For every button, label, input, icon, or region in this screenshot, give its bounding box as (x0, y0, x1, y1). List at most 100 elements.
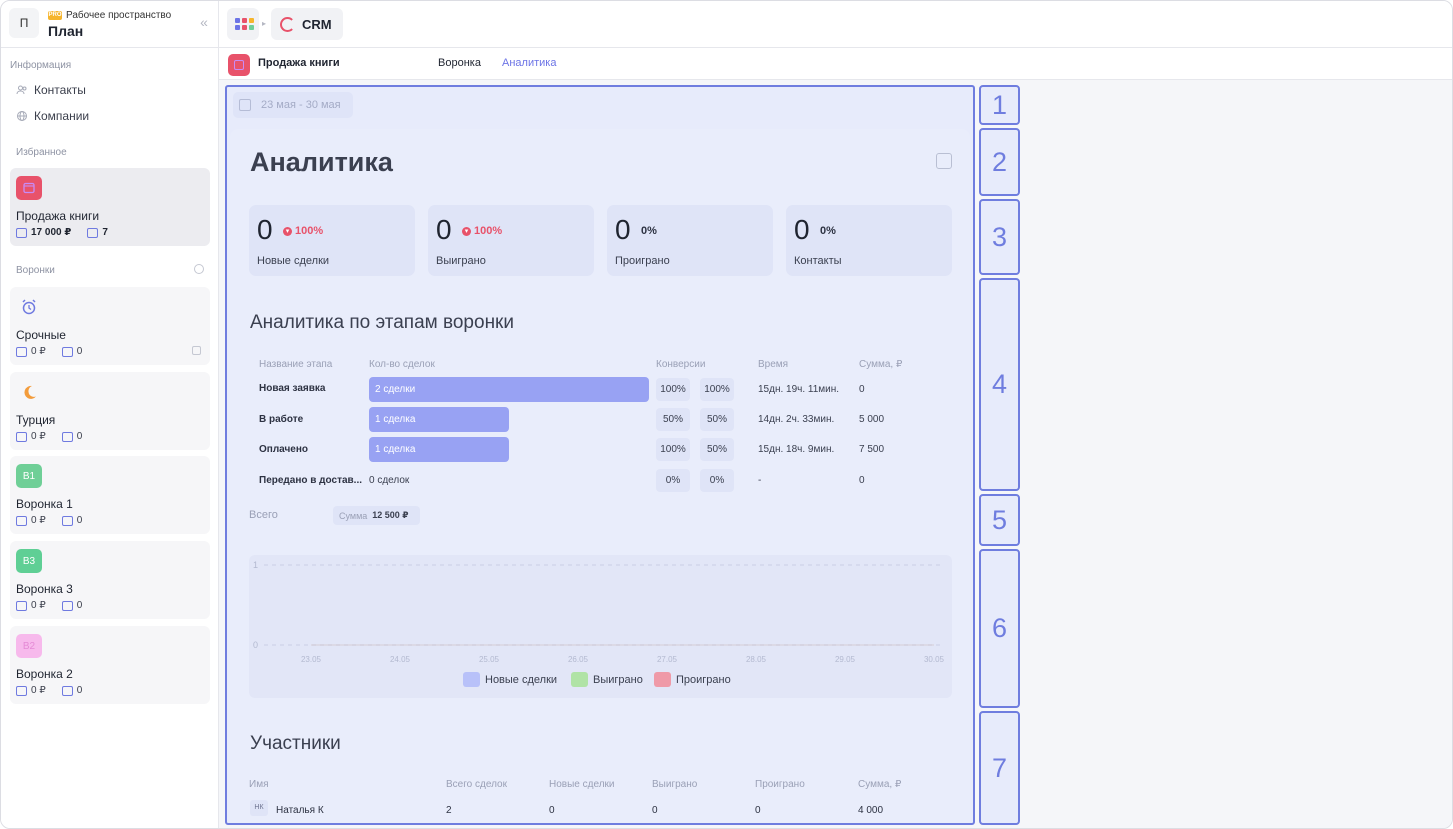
crm-logo-icon (280, 16, 295, 32)
collapse-sidebar-icon[interactable]: « (196, 14, 212, 30)
funnel-card-3[interactable]: В3 Воронка 3 0 ₽ 0 (10, 541, 210, 619)
crm-app-button[interactable]: CRM (271, 8, 343, 40)
legend-item-new[interactable]: Новые сделки (463, 672, 557, 687)
moon-icon (16, 380, 42, 404)
legend-label: Проиграно (676, 673, 731, 686)
revenue-icon (16, 600, 27, 611)
section-marker-5: 5 (979, 494, 1020, 546)
down-arrow-icon: ▾ (462, 226, 471, 236)
stage-time: 15дн. 19ч. 11мин. (758, 384, 840, 395)
stat-won: 0 ▾ 100% Выиграно (428, 205, 594, 276)
analytics-content: Аналитика 0 ▾ 100% Новые сделки 0 ▾ 100% В… (230, 129, 970, 823)
sidebar-item-label: Компании (34, 109, 90, 123)
card-sum: 0 ₽ (31, 346, 46, 357)
globe-icon (16, 110, 28, 122)
stage-sum: 7 500 (859, 444, 885, 455)
card-title: Воронка 3 (16, 582, 73, 596)
total-sum-label: Сумма (339, 510, 368, 521)
col-conversion: Конверсии (656, 359, 706, 370)
stage-name: Оплачено (259, 444, 308, 455)
breadcrumb-arrow-icon: ▸ (262, 19, 267, 28)
y-tick-label: 1 (253, 560, 258, 570)
total-label: Всего (249, 509, 278, 521)
apps-grid-icon[interactable] (227, 8, 259, 40)
tab-funnel[interactable]: Воронка (438, 57, 481, 69)
stage-time: - (758, 475, 762, 486)
sidebar-item-contacts[interactable]: Контакты (16, 83, 86, 97)
section-marker-2: 2 (979, 128, 1020, 196)
lock-icon (192, 346, 201, 355)
col-time: Время (758, 359, 789, 370)
legend-item-lost[interactable]: Проиграно (654, 672, 731, 687)
card-title: Срочные (16, 328, 66, 342)
section-marker-4: 4 (979, 278, 1020, 491)
participant-lost: 0 (755, 805, 761, 816)
add-funnel-icon[interactable] (194, 264, 204, 274)
workspace-label: Рабочее пространство (66, 10, 172, 21)
stat-percent: 100% (295, 225, 324, 237)
stage-conversion: 100% (656, 378, 690, 401)
legend-swatch (463, 672, 480, 687)
pro-badge: PRO (48, 11, 62, 20)
stat-value: 0 (436, 214, 452, 245)
funnel-subbar: Продажа книги Воронка Аналитика (219, 48, 1452, 80)
funnels-section-label: Воронки (16, 265, 55, 276)
stage-conversion: 100% (656, 438, 690, 461)
card-sum: 0 ₽ (31, 515, 46, 526)
stage-conversion: 50% (700, 438, 734, 461)
funnel-card-turkey[interactable]: Турция 0 ₽ 0 (10, 372, 210, 450)
col-stage-name: Название этапа (259, 359, 333, 370)
funnel-card-urgent[interactable]: Срочные 0 ₽ 0 (10, 287, 210, 365)
stages-section-title: Аналитика по этапам воронки (250, 312, 514, 333)
calendar-icon (239, 99, 251, 111)
funnel-code-badge: В2 (16, 634, 42, 658)
col-participant-name: Имя (249, 779, 269, 790)
x-tick-label: 29.05 (835, 655, 856, 664)
section-marker-6: 6 (979, 549, 1020, 708)
col-participant-total: Всего сделок (446, 779, 507, 790)
card-sum: 0 ₽ (31, 685, 46, 696)
page-title: Аналитика (250, 147, 393, 177)
revenue-icon (16, 685, 27, 696)
stat-contacts: 0 0% Контакты (786, 205, 952, 276)
section-marker-7: 7 (979, 711, 1020, 825)
revenue-icon (16, 346, 27, 357)
date-range-label: 23 мая - 30 мая (261, 99, 341, 111)
card-count: 0 (76, 346, 83, 357)
deals-icon (61, 515, 73, 526)
divider (1, 47, 219, 48)
sidebar-item-companies[interactable]: Компании (16, 109, 89, 123)
legend-swatch (654, 672, 671, 687)
card-count: 0 (76, 431, 83, 442)
funnel-card-1[interactable]: В1 Воронка 1 0 ₽ 0 (10, 456, 210, 534)
funnel-code-badge: В1 (16, 464, 42, 488)
date-range-picker[interactable]: 23 мая - 30 мая (233, 92, 353, 118)
book-icon (228, 54, 250, 76)
deals-icon (61, 685, 73, 696)
y-tick-label: 0 (253, 640, 258, 650)
participant-sum: 4 000 (858, 805, 884, 816)
tab-analytics[interactable]: Аналитика (502, 57, 556, 69)
legend-item-won[interactable]: Выиграно (571, 672, 643, 687)
participant-name[interactable]: Наталья К (276, 805, 324, 816)
x-tick-label: 26.05 (568, 655, 589, 664)
favorite-funnel-card[interactable]: Продажа книги 17 000 ₽ 7 (10, 168, 210, 246)
stat-label: Выиграно (436, 255, 486, 267)
stage-conversion: 50% (700, 408, 734, 431)
card-count: 0 (76, 515, 83, 526)
card-sum: 0 ₽ (31, 431, 46, 442)
deals-icon (87, 227, 99, 238)
x-tick-label: 27.05 (657, 655, 678, 664)
workspace-switcher[interactable]: П PRO Рабочее пространство План « (8, 8, 212, 40)
participant-new: 0 (549, 805, 555, 816)
card-title: Воронка 2 (16, 667, 73, 681)
printer-icon[interactable] (936, 153, 952, 169)
funnel-card-2[interactable]: В2 Воронка 2 0 ₽ 0 (10, 626, 210, 704)
x-tick-label: 30.05 (924, 655, 945, 664)
funnel-title: Продажа книги (258, 57, 340, 69)
stat-percent: 0% (641, 225, 657, 237)
crm-app-label: CRM (302, 16, 332, 32)
stage-conversion: 0% (700, 469, 734, 492)
revenue-icon (16, 515, 27, 526)
app-window: П PRO Рабочее пространство План « Информ… (0, 0, 1453, 829)
